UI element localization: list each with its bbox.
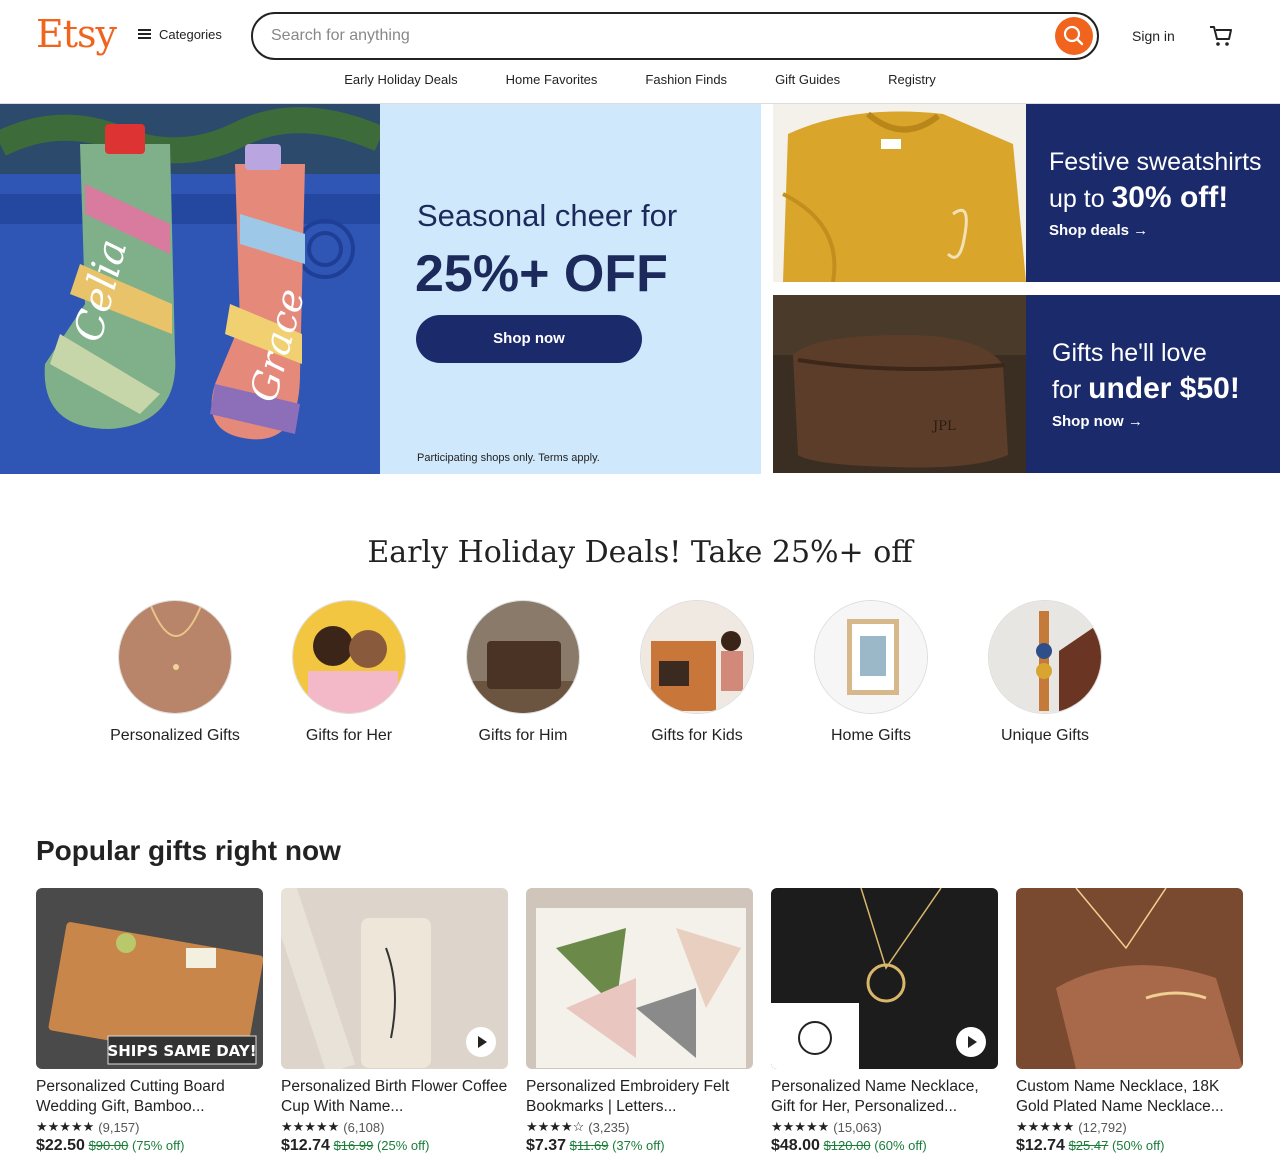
category-home-gifts[interactable]: Home Gifts [814, 600, 928, 746]
category-image [640, 600, 754, 714]
search-input[interactable] [271, 23, 1031, 49]
product-price: $12.74 $25.47 (50% off) [1016, 1137, 1165, 1154]
review-count: (9,157) [98, 1119, 140, 1135]
promo-gifts-for-him[interactable]: JPL Gifts he'll love for under $50! Shop… [773, 295, 1280, 473]
stockings-image[interactable]: Celia Grace [0, 104, 380, 474]
leather-bag-image: JPL [773, 295, 1026, 473]
category-image [118, 600, 232, 714]
bag-initials: JPL [931, 419, 956, 434]
cart-button[interactable] [1208, 24, 1234, 48]
etsy-logo[interactable]: Etsy [36, 12, 117, 56]
product-card[interactable]: Custom Name Necklace, 18K Gold Plated Na… [1016, 888, 1243, 1155]
review-count: (3,235) [588, 1119, 630, 1135]
category-gifts-for-her[interactable]: Gifts for Her [292, 600, 406, 746]
product-name: Custom Name Necklace, 18K Gold Plated Na… [1016, 1078, 1224, 1115]
hero-headline: Seasonal cheer for [417, 198, 678, 233]
deal-categories: Personalized Gifts Gifts for Her Gifts f… [110, 600, 1102, 746]
search-bar [251, 12, 1099, 60]
product-card[interactable]: Personalized Name Necklace, Gift for Her… [771, 888, 998, 1155]
promo-sweatshirts-link[interactable]: Shop deals → [1049, 222, 1148, 239]
signin-link[interactable]: Sign in [1132, 28, 1175, 44]
promo-him-line1: Gifts he'll love [1052, 339, 1207, 367]
stockings-illustration: Celia Grace [0, 104, 380, 474]
review-count: (6,108) [343, 1119, 385, 1135]
product-card[interactable]: SHIPS SAME DAY! Personalized Cutting Boa… [36, 888, 263, 1155]
review-count: (15,063) [833, 1119, 882, 1135]
product-price: $7.37 $11.69 (37% off) [526, 1137, 665, 1154]
star-rating-icon: ★★★★★ [281, 1119, 340, 1134]
ships-same-day-label: SHIPS SAME DAY! [107, 1042, 256, 1060]
category-label: Personalized Gifts [110, 727, 240, 744]
product-list: SHIPS SAME DAY! Personalized Cutting Boa… [36, 888, 1243, 1155]
nav-gift-guides[interactable]: Gift Guides [751, 72, 864, 87]
product-rating: ★★★★★ (15,063) [771, 1119, 998, 1135]
category-unique-gifts[interactable]: Unique Gifts [988, 600, 1102, 746]
product-rating: ★★★★★ (6,108) [281, 1119, 508, 1135]
category-image [814, 600, 928, 714]
search-icon [1063, 25, 1084, 46]
promo-him-link[interactable]: Shop now → [1052, 413, 1143, 430]
category-label: Gifts for Her [305, 727, 393, 744]
category-image [466, 600, 580, 714]
shop-now-button[interactable]: Shop now [416, 315, 642, 363]
product-name: Personalized Name Necklace, Gift for Her… [771, 1078, 979, 1115]
nav-home-favorites[interactable]: Home Favorites [482, 72, 622, 87]
hero-promo-panel: Seasonal cheer for 25%+ OFF Shop now Par… [380, 104, 761, 474]
nav-registry[interactable]: Registry [864, 72, 960, 87]
categories-button[interactable]: Categories [138, 27, 222, 42]
deals-section-title: Early Holiday Deals! Take 25%+ off [367, 535, 913, 570]
review-count: (12,792) [1078, 1119, 1127, 1135]
category-label: Gifts for Him [478, 727, 568, 744]
product-name: Personalized Birth Flower Coffee Cup Wit… [281, 1078, 508, 1115]
nav-early-holiday-deals[interactable]: Early Holiday Deals [320, 72, 481, 87]
product-image: SHIPS SAME DAY! [36, 888, 263, 1069]
promo-sweatshirts[interactable]: Festive sweatshirts up to 30% off! Shop … [773, 104, 1280, 282]
product-price: $48.00 $120.00 (60% off) [771, 1137, 927, 1154]
hero-offer: 25%+ OFF [415, 245, 668, 303]
category-gifts-for-kids[interactable]: Gifts for Kids [640, 600, 754, 746]
category-personalized-gifts[interactable]: Personalized Gifts [110, 600, 240, 746]
star-rating-icon: ★★★★☆ [526, 1119, 585, 1134]
play-video-button[interactable] [956, 1027, 986, 1057]
product-image [1016, 888, 1243, 1069]
star-rating-icon: ★★★★★ [771, 1119, 830, 1134]
product-image [281, 888, 508, 1069]
play-video-button[interactable] [466, 1027, 496, 1057]
product-rating: ★★★★★ (12,792) [1016, 1119, 1243, 1135]
star-rating-icon: ★★★★★ [1016, 1119, 1075, 1134]
star-rating-icon: ★★★★★ [36, 1119, 95, 1134]
menu-icon [138, 29, 151, 40]
category-label: Home Gifts [830, 727, 911, 744]
popular-section-title: Popular gifts right now [36, 835, 341, 866]
cart-icon [1210, 26, 1232, 46]
category-label: Gifts for Kids [651, 727, 743, 744]
product-image [771, 888, 998, 1069]
promo-sweatshirts-line1: Festive sweatshirts [1049, 148, 1262, 176]
promo-sweatshirts-line2: up to 30% off! [1049, 181, 1229, 214]
hero-fine-print: Participating shops only. Terms apply. [417, 452, 600, 464]
sweatshirt-image [773, 104, 1026, 282]
product-image [526, 888, 753, 1069]
site-header: Etsy Categories Sign in Early Holiday De… [0, 0, 1280, 104]
categories-label: Categories [159, 27, 222, 42]
product-price: $12.74 $16.99 (25% off) [281, 1137, 430, 1154]
promo-him-line2: for under $50! [1052, 372, 1240, 405]
product-name: Personalized Embroidery Felt Bookmarks |… [526, 1078, 730, 1115]
product-rating: ★★★★★ (9,157) [36, 1119, 263, 1135]
nav-fashion-finds[interactable]: Fashion Finds [621, 72, 751, 87]
product-name: Personalized Cutting Board Wedding Gift,… [36, 1078, 225, 1115]
product-rating: ★★★★☆ (3,235) [526, 1119, 753, 1135]
search-button[interactable] [1055, 17, 1093, 55]
product-card[interactable]: Personalized Birth Flower Coffee Cup Wit… [281, 888, 508, 1155]
product-price: $22.50 $90.00 (75% off) [36, 1137, 185, 1154]
category-gifts-for-him[interactable]: Gifts for Him [466, 600, 580, 746]
hero-banner: Celia Grace Seasonal cheer for 25%+ OFF … [0, 104, 1280, 474]
category-image [988, 600, 1102, 714]
top-nav: Early Holiday Deals Home Favorites Fashi… [0, 72, 1280, 87]
product-card[interactable]: Personalized Embroidery Felt Bookmarks |… [526, 888, 753, 1155]
category-image [292, 600, 406, 714]
category-label: Unique Gifts [1000, 727, 1090, 744]
